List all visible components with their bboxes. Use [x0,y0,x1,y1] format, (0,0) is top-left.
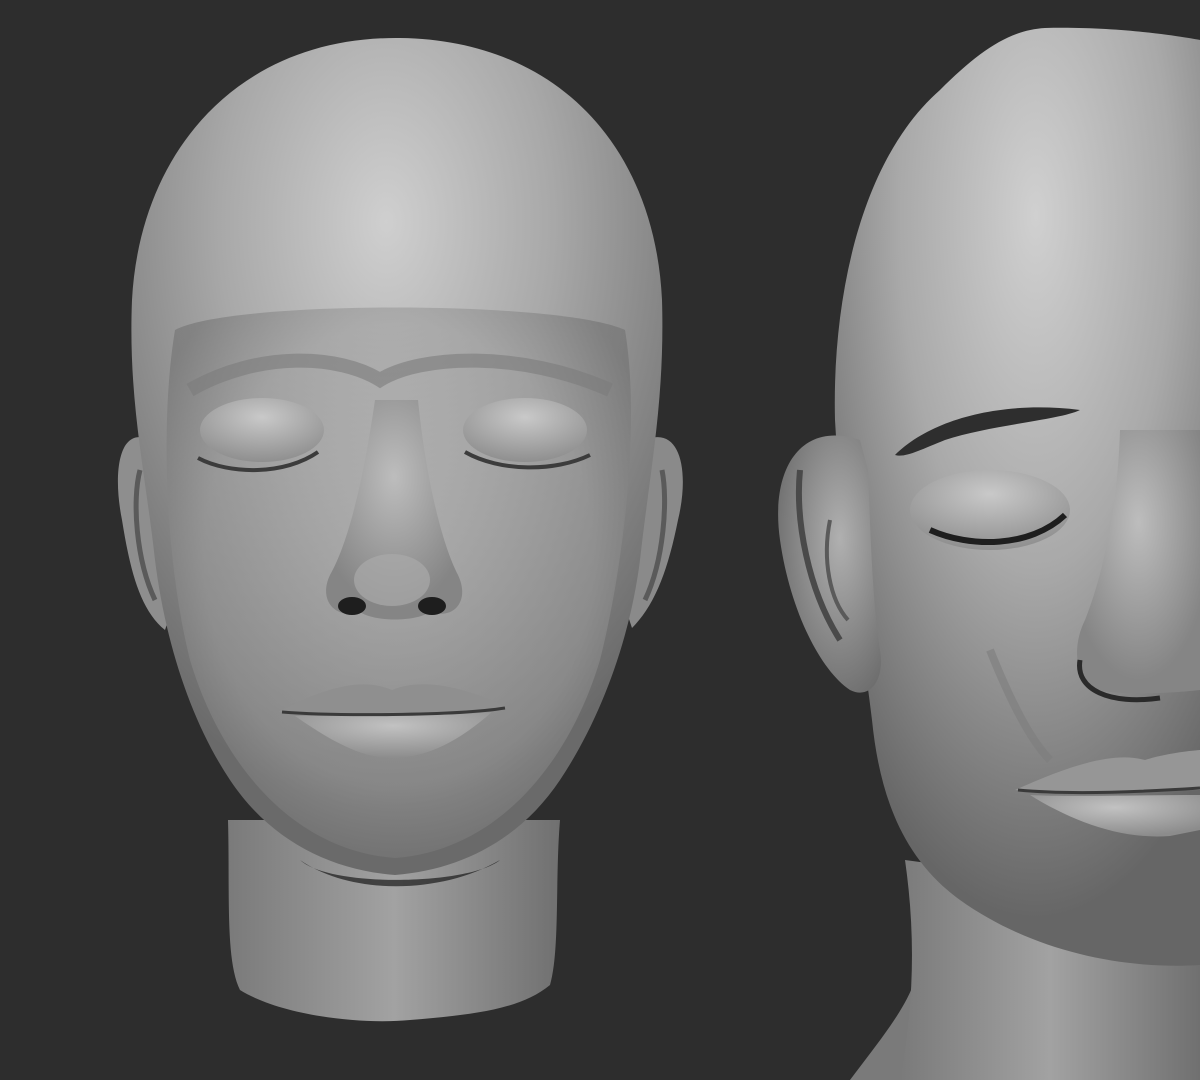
render-canvas [117,27,1200,1080]
sculpt-viewport[interactable] [0,0,1200,1080]
front-head-sculpt [117,37,683,1022]
front-right-eyelid [463,398,587,462]
side-ear [778,435,881,693]
front-left-eyelid [200,398,324,462]
side-eyelid [910,470,1070,550]
three-quarter-head-sculpt [778,27,1200,1080]
